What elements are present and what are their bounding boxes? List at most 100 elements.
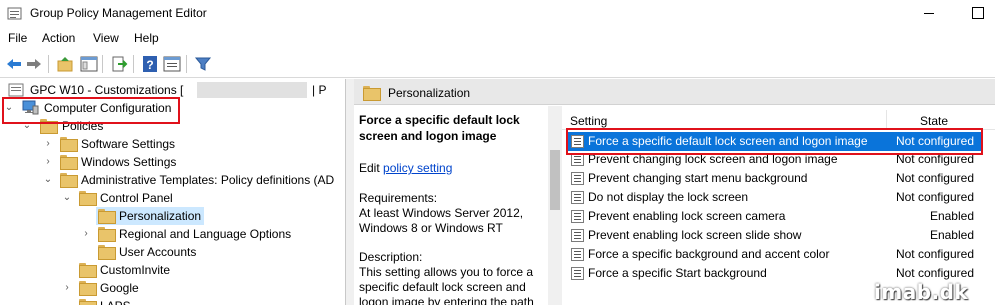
tree-item-control-panel[interactable]: ⌄ Control Panel: [0, 189, 345, 207]
folder-icon: [98, 209, 116, 224]
list-item[interactable]: Force a specific background and accent c…: [562, 245, 995, 264]
tree-item-label: CustomInvite: [100, 263, 171, 277]
gpme-app-icon: [7, 7, 22, 20]
list-item[interactable]: Do not display the lock screen Not confi…: [562, 188, 995, 207]
policy-setting-icon: [571, 229, 584, 242]
tree-item-label: User Accounts: [119, 245, 197, 259]
setting-state: Enabled: [929, 209, 974, 223]
column-divider[interactable]: [886, 110, 887, 130]
folder-icon: [98, 245, 116, 260]
edit-policy-line: Edit policy setting: [359, 161, 452, 175]
setting-state: Not configured: [895, 247, 974, 261]
column-header-setting[interactable]: Setting: [570, 114, 607, 128]
tree-item-user-accounts[interactable]: User Accounts: [0, 243, 345, 261]
tree-item-label: LAPS: [100, 297, 131, 305]
watermark: imab.dk: [874, 280, 969, 304]
tree-item-software-settings[interactable]: › Software Settings: [0, 135, 345, 153]
chevron-right-icon[interactable]: ›: [62, 279, 72, 297]
setting-state: Not configured: [895, 190, 974, 204]
minimize-icon[interactable]: [919, 4, 939, 22]
menu-help[interactable]: Help: [134, 31, 159, 45]
chevron-down-icon[interactable]: ⌄: [43, 171, 53, 189]
edit-prefix: Edit: [359, 161, 384, 175]
toolbar-separator: [133, 55, 134, 73]
tree-item-label: Personalization: [119, 209, 202, 223]
tree-item-label: | P: [312, 83, 327, 97]
menu-view[interactable]: View: [93, 31, 119, 45]
setting-name: Do not display the lock screen: [588, 190, 749, 204]
details-header: Personalization: [354, 79, 995, 105]
folder-icon: [79, 263, 97, 278]
list-item[interactable]: Prevent enabling lock screen camera Enab…: [562, 207, 995, 226]
console-tree[interactable]: GPC W10 - Customizations [ | P ⌄ Compute…: [0, 79, 346, 305]
setting-state: Enabled: [929, 228, 974, 242]
title-bar: Group Policy Management Editor: [0, 0, 995, 28]
description-text: This setting allows you to force a speci…: [359, 265, 534, 305]
policy-setting-icon: [571, 172, 584, 185]
tree-item-administrative-templates[interactable]: ⌄ Administrative Templates: Policy defin…: [0, 171, 345, 189]
tree-item-laps[interactable]: LAPS: [0, 297, 345, 305]
folder-icon: [79, 281, 97, 296]
policy-setting-icon: [571, 191, 584, 204]
column-header-state[interactable]: State: [920, 114, 948, 128]
folder-icon: [79, 299, 97, 305]
chevron-right-icon[interactable]: ›: [43, 153, 53, 171]
requirements-label: Requirements:: [359, 191, 438, 205]
highlight-box-selected-setting: [566, 128, 983, 155]
menu-action[interactable]: Action: [42, 31, 75, 45]
toolbar-separator: [186, 55, 187, 73]
folder-icon: [60, 155, 78, 170]
chevron-down-icon[interactable]: ⌄: [62, 189, 72, 207]
description-title: Force a specific default lock screen and…: [359, 113, 520, 143]
description-label: Description:: [359, 250, 423, 264]
toolbar-separator: [48, 55, 49, 73]
redacted-area: [197, 82, 307, 98]
help-icon[interactable]: ?: [141, 55, 159, 73]
tree-item-label: Software Settings: [81, 137, 176, 151]
folder-icon: [60, 137, 78, 152]
show-hide-tree-icon[interactable]: [80, 55, 98, 73]
chevron-right-icon[interactable]: ›: [43, 135, 53, 153]
menu-bar: File Action View Help: [0, 28, 995, 49]
pane-splitter[interactable]: [346, 79, 354, 305]
svg-text:?: ?: [146, 58, 153, 72]
export-list-icon[interactable]: [110, 55, 128, 73]
list-item[interactable]: Prevent enabling lock screen slide show …: [562, 226, 995, 245]
back-arrow-icon[interactable]: [5, 55, 23, 73]
chevron-right-icon[interactable]: ›: [81, 225, 91, 243]
tree-item-windows-settings[interactable]: › Windows Settings: [0, 153, 345, 171]
window-title: Group Policy Management Editor: [30, 6, 207, 20]
setting-name: Prevent enabling lock screen camera: [588, 209, 786, 223]
forward-arrow-icon[interactable]: [25, 55, 43, 73]
properties-icon[interactable]: [163, 55, 181, 73]
tree-item-label: Regional and Language Options: [119, 227, 292, 241]
gpo-icon: [8, 83, 24, 97]
tree-item-personalization[interactable]: Personalization: [96, 207, 204, 225]
tree-item-regional-language[interactable]: › Regional and Language Options: [0, 225, 345, 243]
tree-item-label: Administrative Templates: Policy definit…: [81, 173, 335, 187]
setting-state: Not configured: [895, 171, 974, 185]
folder-icon: [363, 86, 381, 101]
policy-setting-link[interactable]: policy setting: [383, 161, 452, 175]
description-scrollbar-thumb[interactable]: [550, 150, 560, 210]
tree-item-label: Google: [100, 281, 139, 295]
menu-file[interactable]: File: [8, 31, 27, 45]
maximize-icon[interactable]: [967, 4, 987, 22]
requirements-text: At least Windows Server 2012, Windows 8 …: [359, 206, 524, 235]
tree-item-label: Windows Settings: [81, 155, 177, 169]
folder-icon: [98, 227, 116, 242]
list-header: Setting State: [562, 110, 995, 130]
setting-name: Prevent enabling lock screen slide show: [588, 228, 802, 242]
toolbar-separator: [102, 55, 103, 73]
highlight-box-computer-configuration: [2, 97, 180, 124]
filter-icon[interactable]: [194, 55, 212, 73]
policy-setting-icon: [571, 210, 584, 223]
up-folder-icon[interactable]: [56, 55, 74, 73]
tree-item-google[interactable]: › Google: [0, 279, 345, 297]
tree-item-custominvite[interactable]: CustomInvite: [0, 261, 345, 279]
list-item[interactable]: Prevent changing start menu background N…: [562, 169, 995, 188]
setting-name: Force a specific background and accent c…: [588, 247, 830, 261]
tree-item-label: Control Panel: [100, 191, 173, 205]
policy-setting-icon: [571, 267, 584, 280]
folder-icon: [60, 173, 78, 188]
